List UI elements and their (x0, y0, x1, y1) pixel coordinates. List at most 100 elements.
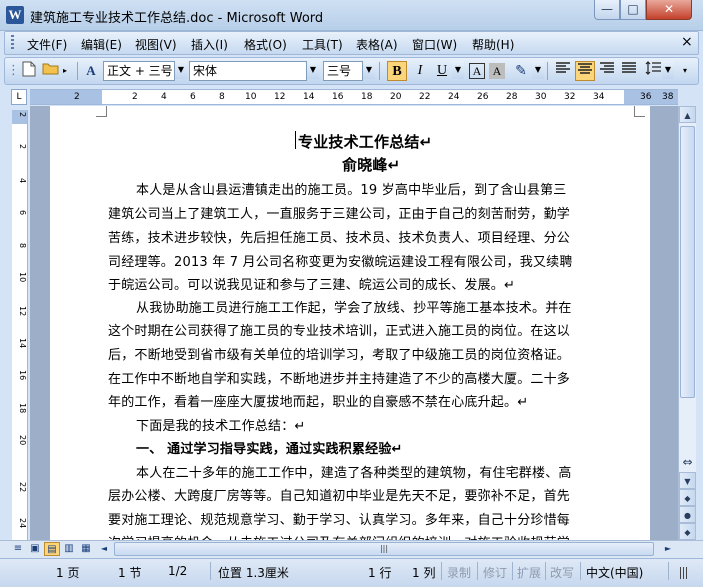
font-size-select[interactable]: 三号 (323, 61, 363, 81)
vruler-number: 22 (18, 482, 27, 493)
highlight-icon[interactable]: ✎ (511, 61, 531, 81)
doc-line: 本人是从含山县运漕镇走出的施工员。19 岁高中毕业后，到了含山县第三 (136, 183, 567, 198)
status-track-changes[interactable]: 修订 (483, 564, 507, 581)
outline-view-icon[interactable]: ▥ (61, 542, 77, 556)
web-layout-view-icon[interactable]: ▣ (27, 542, 43, 556)
vruler-number: 4 (18, 178, 27, 184)
status-language[interactable]: 中文(中国) (586, 564, 643, 581)
previous-page-icon[interactable]: ◆ (679, 489, 696, 506)
doc-line: 要对施工理论、规范规意学习、勤于学习、认真学习。多年来，自己十分珍惜每 (108, 513, 571, 528)
menu-view[interactable]: 视图(V) (135, 36, 177, 53)
minimize-button[interactable]: — (594, 0, 620, 20)
menu-help[interactable]: 帮助(H) (472, 36, 514, 53)
menu-window[interactable]: 窗口(W) (412, 36, 457, 53)
ruler-number: 12 (274, 92, 286, 102)
italic-button[interactable]: I (410, 61, 430, 81)
vruler-number: 10 (18, 272, 27, 283)
font-size-dropdown-icon[interactable]: ▼ (363, 61, 375, 79)
split-handle-icon[interactable]: ⇔ (679, 454, 696, 471)
doc-line: 后，不断地受到省市级有关单位的培训学习，考取了中级施工员的岗位资格证。 (108, 348, 571, 363)
vertical-ruler[interactable]: 2 2 4 6 8 10 12 14 16 18 20 22 24 (12, 110, 28, 540)
status-section: 1 节 (118, 566, 142, 580)
status-record-macro[interactable]: 录制 (447, 564, 471, 581)
highlight-dropdown-icon[interactable]: ▼ (532, 61, 544, 79)
style-dropdown-icon[interactable]: ▼ (175, 61, 187, 79)
character-border-button[interactable]: A (469, 63, 485, 79)
vruler-number: 16 (18, 370, 27, 381)
print-layout-view-icon[interactable]: ▤ (44, 542, 60, 556)
toolbar-grip-icon[interactable]: ⋮ (7, 61, 20, 81)
vertical-scrollbar[interactable]: ▲ ⇔ ▼ ◆ ● ◆ (678, 106, 696, 540)
menu-file[interactable]: 文件(F) (27, 36, 67, 53)
line-spacing-icon[interactable] (643, 61, 663, 81)
horizontal-scroll-thumb[interactable]: ||| (114, 542, 654, 556)
ruler-number: 32 (564, 92, 576, 102)
doc-line: 苦练，技术进步较快，先后担任施工员、技术员、技术负责人、项目经理、分公 (108, 231, 571, 246)
reading-layout-view-icon[interactable]: ▦ (78, 542, 94, 556)
doc-line: 层办公楼、大跨度厂房等等。自己知道初中毕业是先天不足，要弥补不足，首先 (108, 489, 571, 504)
vertical-scroll-thumb[interactable] (680, 126, 695, 398)
toolbar-overflow-icon[interactable]: ▸ (63, 61, 75, 81)
justify-icon[interactable] (619, 61, 639, 81)
doc-line: 在工作中不断地自学和实践，不断地进步并主持建造了不少的高楼大厦。二十多 (108, 372, 571, 387)
doc-author: 俞晓峰↵ (342, 156, 401, 174)
open-folder-icon[interactable] (41, 61, 61, 81)
window-title: 建筑施工专业技术工作总结.doc - Microsoft Word (30, 11, 324, 26)
close-window-button[interactable]: ✕ (646, 0, 692, 20)
next-page-icon[interactable]: ◆ (679, 523, 696, 540)
underline-button[interactable]: U (432, 61, 452, 81)
styles-formatting-icon[interactable]: A (81, 61, 101, 81)
ruler-left-margin (30, 90, 102, 104)
doc-line: 年的工作，看着一座座大厦拔地而起，职业的自豪感不禁在心底升起。↵ (108, 395, 529, 410)
close-document-icon[interactable]: × (681, 34, 693, 50)
select-browse-object-icon[interactable]: ● (679, 506, 696, 523)
underline-dropdown-icon[interactable]: ▼ (452, 61, 464, 79)
doc-heading: 一、 通过学习指导实践，通过实践积累经验↵ (136, 442, 403, 457)
document-page[interactable]: 专业技术工作总结↵ 俞晓峰↵ 本人是从含山县运漕镇走出的施工员。19 岁高中毕业… (50, 106, 650, 540)
horizontal-scrollbar[interactable]: ≡ ▣ ▤ ▥ ▦ ◄ ||| ► (0, 540, 703, 558)
menu-edit[interactable]: 编辑(E) (81, 36, 122, 53)
menu-table[interactable]: 表格(A) (356, 36, 398, 53)
bold-button[interactable]: B (387, 61, 407, 81)
word-app-icon[interactable]: W (6, 6, 24, 24)
doc-line: 本人在二十多年的施工工作中，建造了各种类型的建筑物，有住宅群楼、高 (136, 466, 572, 481)
ruler-number: 2 (132, 92, 138, 102)
menu-tools[interactable]: 工具(T) (302, 36, 343, 53)
font-select[interactable]: 宋体 (189, 61, 307, 81)
tab-selector-icon[interactable]: L (11, 89, 27, 105)
spelling-status-icon[interactable] (680, 567, 688, 579)
toolbar-options-icon[interactable]: ▾ (683, 61, 695, 81)
menu-format[interactable]: 格式(O) (244, 36, 287, 53)
scroll-right-icon[interactable]: ► (660, 542, 676, 556)
doc-line: 司经理等。2013 年 7 月公司名称变更为安徽皖运建设工程有限公司，我又续聘 (108, 255, 573, 270)
style-select[interactable]: 正文 + 三号 (103, 61, 175, 81)
new-document-icon[interactable] (19, 61, 39, 81)
ruler-number: 38 (662, 92, 674, 102)
scroll-down-icon[interactable]: ▼ (679, 472, 696, 489)
status-page-count: 1/2 (168, 564, 188, 578)
line-spacing-dropdown-icon[interactable]: ▼ (662, 61, 674, 79)
align-center-icon[interactable] (575, 61, 595, 81)
menu-grip-handle[interactable] (11, 35, 14, 51)
menu-insert[interactable]: 插入(I) (191, 36, 228, 53)
vruler-number: 20 (18, 435, 27, 446)
normal-view-icon[interactable]: ≡ (10, 542, 26, 556)
ruler-number: 4 (161, 92, 167, 102)
doc-line: 次学习提高的机会，从去施工过公司及有关部门组织的培训，对施工验收规范学 (108, 532, 570, 540)
character-shading-button[interactable]: A (489, 63, 505, 79)
doc-line: 于皖运公司。可以说我见证和参与了三建、皖运公司的成长、发展。↵ (108, 278, 516, 293)
horizontal-ruler[interactable]: 2 2 4 6 8 10 12 14 16 18 20 22 24 26 28 … (30, 89, 678, 105)
align-right-icon[interactable] (597, 61, 617, 81)
scroll-left-icon[interactable]: ◄ (96, 542, 112, 556)
scroll-up-icon[interactable]: ▲ (679, 106, 696, 123)
font-dropdown-icon[interactable]: ▼ (307, 61, 319, 79)
ruler-number: 28 (506, 92, 518, 102)
ruler-number: 26 (477, 92, 489, 102)
vruler-number: 18 (18, 403, 27, 414)
status-overtype[interactable]: 改写 (550, 564, 574, 581)
status-extend[interactable]: 扩展 (517, 564, 541, 581)
maximize-button[interactable]: □ (620, 0, 646, 20)
ruler-number: 10 (245, 92, 257, 102)
align-left-icon[interactable] (553, 61, 573, 81)
vruler-number: 8 (18, 243, 27, 249)
